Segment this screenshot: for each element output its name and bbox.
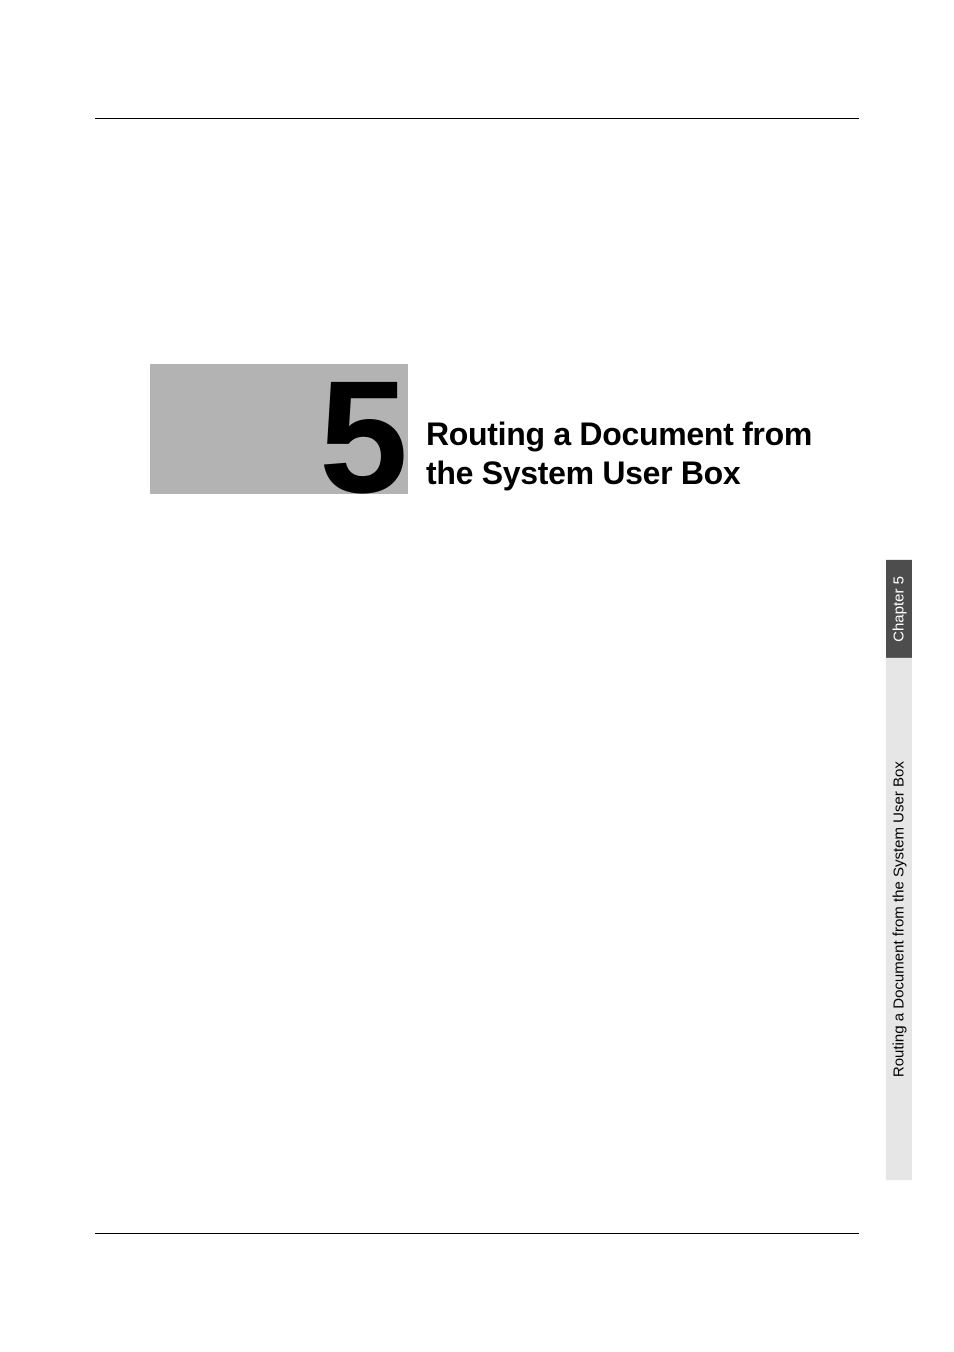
- side-tab-section-label: Routing a Document from the System User …: [886, 658, 912, 1180]
- top-horizontal-rule: [95, 118, 859, 119]
- side-tab-chapter-label: Chapter 5: [886, 560, 912, 658]
- chapter-heading-block: 5 Routing a Document from the System Use…: [150, 364, 859, 494]
- bottom-horizontal-rule: [95, 1233, 859, 1234]
- chapter-title-wrap: Routing a Document from the System User …: [426, 415, 859, 494]
- chapter-number-box: 5: [150, 364, 408, 494]
- chapter-heading-row: 5 Routing a Document from the System Use…: [150, 364, 859, 494]
- chapter-title: Routing a Document from the System User …: [426, 415, 859, 492]
- side-tab: Chapter 5 Routing a Document from the Sy…: [886, 560, 912, 1180]
- chapter-number: 5: [319, 375, 404, 500]
- page: 5 Routing a Document from the System Use…: [0, 0, 954, 1352]
